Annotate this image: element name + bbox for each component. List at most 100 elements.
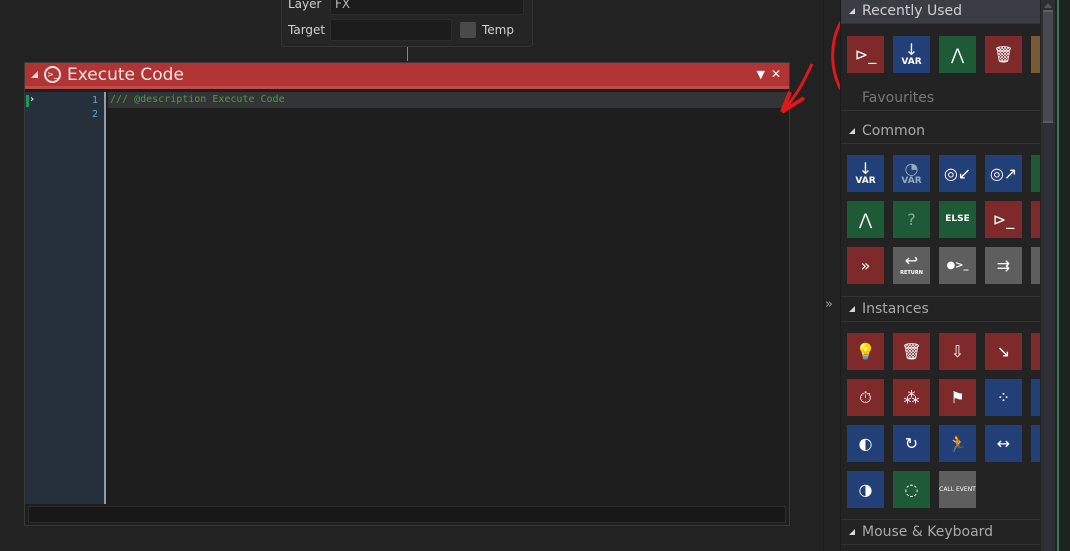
horizontal-scrollbar[interactable] [28,506,786,523]
tile-execute-script[interactable]: » [847,247,884,284]
temp-checkbox[interactable] [460,22,476,38]
tile-partial[interactable]: : [1031,379,1040,416]
tile-destroy-at-position[interactable]: ⇩ [939,333,976,370]
panel-divider[interactable] [823,0,824,551]
wrap-icon: ↔ [996,433,1011,453]
dots-icon: ⁘ [996,387,1011,407]
tile-set-sprite[interactable]: ⚑ [939,379,976,416]
tile-partial[interactable]: ( [1031,201,1040,238]
toolbox-scrollbar[interactable] [1041,0,1055,551]
expand-triangle-icon [849,7,855,14]
tile-set-speed[interactable]: 🏃 [939,425,976,462]
tile-destroy-instance[interactable]: 🗑 [985,36,1022,73]
line-gutter: › 1 2 [25,92,104,504]
tile-if-variable[interactable]: ⋀ [847,201,884,238]
pacman-lines-icon: ◑ [858,479,873,499]
tile-partial[interactable]: [ [1031,425,1040,462]
tile-label: CALL EVENT [939,486,976,493]
switch-icon: ⇉ [996,255,1011,275]
tile-execute-code[interactable]: ⊳_ [847,36,884,73]
running-icon: 🏃 [947,433,968,453]
execute-code-window: >_ Execute Code ▼ ✕ › 1 2 /// @descripti… [24,62,790,526]
tile-partial[interactable]: { [1031,333,1040,370]
section-title: Recently Used [862,2,963,19]
collapse-panel-icon[interactable]: » [825,297,833,312]
window-edge [1057,0,1070,551]
window-title: Execute Code [67,64,184,85]
tile-switch[interactable]: ⇉ [985,247,1022,284]
section-common[interactable]: Common [841,118,1040,144]
question-branch-icon: ? [907,209,916,229]
scroll-up-icon[interactable] [1044,3,1052,8]
count-icon: ⁂ [903,387,920,407]
tile-call-event[interactable]: CALL EVENT [939,471,976,508]
tile-jump-to-point[interactable]: ◐ [847,425,884,462]
tile-instance-count[interactable]: ⁂ [893,379,930,416]
expand-triangle-icon [849,127,855,134]
flag-icon: ⚑ [950,387,965,407]
tile-partial[interactable]: ↓ [1031,155,1040,192]
tile-move-towards[interactable]: ◑ [847,471,884,508]
current-line-marker [26,95,29,107]
tile-set-instance-var[interactable]: ⁘ [985,379,1022,416]
code-editor[interactable]: /// @description Execute Code [108,92,789,504]
code-line[interactable]: /// @description Execute Code [108,92,789,108]
trash-down-icon: ⇩ [950,341,965,361]
expand-triangle-icon [849,529,855,535]
tile-else[interactable]: ELSE [939,201,976,238]
tile-set-global[interactable]: ◎↗ [985,155,1022,192]
section-instances[interactable]: Instances [841,296,1040,322]
tile-instance-exists[interactable]: ◌ [893,471,930,508]
collapse-triangle-icon[interactable] [31,71,38,78]
tile-label: VAR [855,176,876,186]
temp-label: Temp [482,23,514,37]
tile-set-direction[interactable]: ↻ [893,425,930,462]
tile-label: VAR [901,57,922,67]
arrow-down-icon: ↓ [858,159,873,178]
execute-code-icon: ⊳_ [992,209,1015,229]
tile-create-instance[interactable]: 💡 [847,333,884,370]
tile-if-expression[interactable]: ? [893,201,930,238]
current-line-arrow-icon: › [30,94,35,105]
clock-icon: ◔ [904,159,919,178]
tile-partial[interactable]: ⇠ [1031,36,1040,73]
section-title: Common [862,122,926,139]
tile-wrap-room[interactable]: ↔ [985,425,1022,462]
tile-destroy-instance[interactable]: 🗑 [893,333,930,370]
execute-code-icon: >_ [44,66,61,83]
trash-icon: 🗑 [901,341,922,361]
tile-assign-variable[interactable]: ↓ VAR [847,155,884,192]
section-title: Favourites [862,89,935,106]
lightbulb-icon: 💡 [855,341,876,361]
target-field[interactable] [330,19,452,41]
tile-execute-code[interactable]: ⊳_ [985,201,1022,238]
tile-get-global[interactable]: ◎↙ [939,155,976,192]
section-recently-used[interactable]: Recently Used [841,0,1040,24]
section-favourites[interactable]: Favourites [841,85,1040,111]
tile-function-call[interactable]: ●>_ [939,247,976,284]
branch-icon: ⋀ [858,209,873,229]
section-mouse-keyboard[interactable]: Mouse & Keyboard [841,519,1040,545]
instances-tiles: 💡 🗑 ⇩ ↘ { ⏱ ⁂ ⚑ ⁘ : ◐ ↻ 🏃 ↔ [ ◑ ◌ CALL E… [847,333,1040,508]
tile-partial[interactable]: ◖ [1031,247,1040,284]
recently-used-tiles: ⊳_ ↓VAR ⋀ 🗑 ⇠ [847,36,1040,73]
tile-declare-temp-var[interactable]: ↓ VAR [893,36,930,73]
section-title: Instances [862,301,929,317]
tile-return[interactable]: ↩ RETURN [893,247,930,284]
node-connector [407,47,408,61]
tile-if-expression[interactable]: ⋀ [939,36,976,73]
toolbox-panel: Recently Used ⊳_ ↓VAR ⋀ 🗑 ⇠ Favourites C… [840,0,1040,551]
tile-change-instance[interactable]: ↘ [985,333,1022,370]
window-titlebar[interactable]: >_ Execute Code ▼ ✕ [25,63,789,89]
tile-set-alarm[interactable]: ⏱ [847,379,884,416]
scrollbar-thumb[interactable] [1043,10,1053,123]
close-icon[interactable]: ✕ [771,67,781,81]
layer-field[interactable]: FX [330,0,524,15]
tile-label: RETURN [900,270,923,276]
tile-label: VAR [901,176,922,186]
tile-declare-temp[interactable]: ◔ VAR [893,155,930,192]
dropdown-icon[interactable]: ▼ [757,68,765,81]
section-title: Mouse & Keyboard [862,524,994,540]
line-number: 2 [91,109,98,120]
pacman-icon: ◐ [858,433,873,453]
